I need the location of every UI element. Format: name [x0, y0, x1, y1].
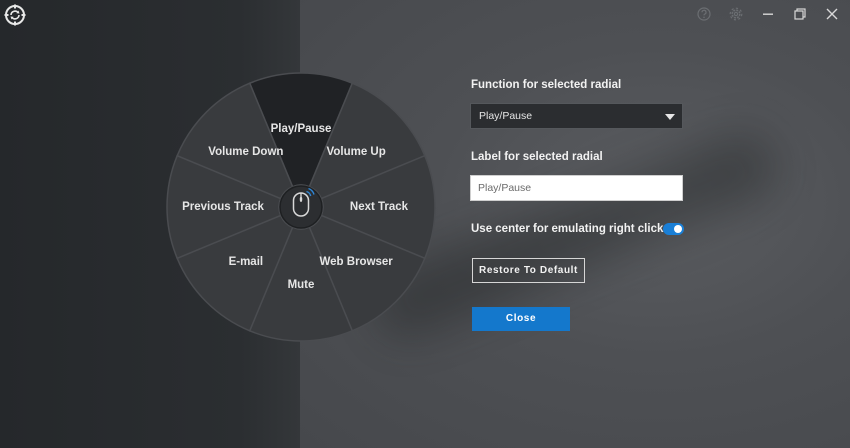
- gear-refresh-icon: [4, 4, 26, 26]
- close-button[interactable]: Close: [472, 307, 570, 331]
- center-toggle-label: Use center for emulating right click: [471, 223, 664, 235]
- radial-menu: Play/Pause Volume Up Next Track Web Browser…: [166, 72, 436, 342]
- restore-default-button[interactable]: Restore To Default: [472, 258, 585, 283]
- titlebar-controls: [694, 4, 842, 24]
- help-icon[interactable]: [694, 4, 714, 24]
- settings-icon[interactable]: [726, 4, 746, 24]
- maximize-icon[interactable]: [790, 4, 810, 24]
- radial-label-label: Label for selected radial: [471, 151, 603, 163]
- radial-wheel: [166, 72, 436, 342]
- function-select[interactable]: Play/Pause: [470, 103, 683, 129]
- function-label: Function for selected radial: [471, 79, 622, 91]
- close-icon[interactable]: [822, 4, 842, 24]
- radial-label-input[interactable]: Play/Pause: [470, 175, 683, 201]
- minimize-icon[interactable]: [758, 4, 778, 24]
- toggle-knob: [674, 225, 682, 233]
- center-right-click-toggle[interactable]: [663, 223, 684, 235]
- chevron-down-icon: [665, 114, 675, 120]
- function-select-value: Play/Pause: [479, 110, 533, 122]
